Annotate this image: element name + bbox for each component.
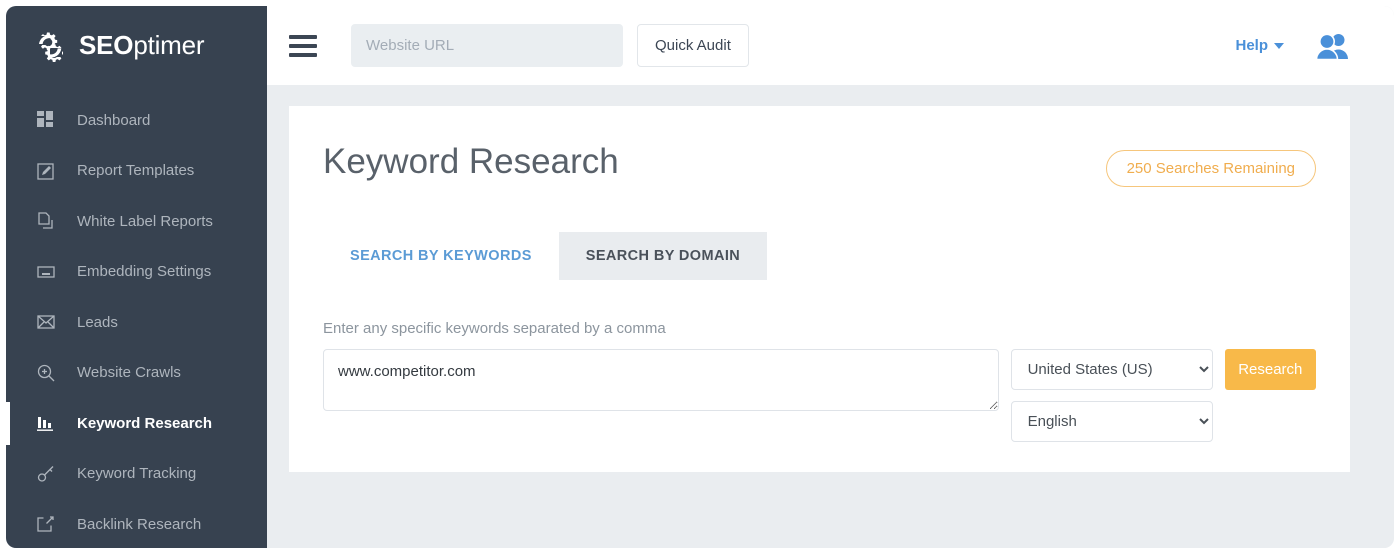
keywords-input[interactable]: www.competitor.com [323,349,999,411]
sidebar-item-dashboard[interactable]: Dashboard [6,95,267,146]
envelope-icon [36,313,55,332]
main-column: Quick Audit Help Keyword Research 250 [267,6,1394,548]
sidebar: SEOptimer Dashboard Report Templates Whi [6,6,267,548]
sidebar-item-label: Keyword Research [77,415,212,432]
users-account-icon[interactable] [1316,31,1350,61]
sidebar-item-leads[interactable]: Leads [6,297,267,348]
page-title: Keyword Research [323,142,619,182]
topbar: Quick Audit Help [267,6,1394,85]
search-form-row: www.competitor.com United States (US) En… [323,349,1316,442]
website-url-input[interactable] [351,24,623,67]
app-window: SEOptimer Dashboard Report Templates Whi [6,6,1394,548]
external-link-icon [36,515,55,534]
sidebar-nav: Dashboard Report Templates White Label R… [6,85,267,548]
hamburger-icon[interactable] [289,35,317,57]
sidebar-item-label: Backlink Research [77,516,201,533]
content-area: Keyword Research 250 Searches Remaining … [267,85,1394,548]
keywords-field-label: Enter any specific keywords separated by… [323,320,1316,337]
sidebar-item-report-templates[interactable]: Report Templates [6,146,267,197]
grid-icon [36,111,55,130]
sidebar-item-label: Website Crawls [77,364,181,381]
locale-selects: United States (US) English [1011,349,1213,442]
embed-box-icon [36,262,55,281]
help-label: Help [1235,37,1268,54]
research-button[interactable]: Research [1225,349,1316,390]
sidebar-item-backlink-research[interactable]: Backlink Research [6,499,267,548]
tab-search-by-domain[interactable]: SEARCH BY DOMAIN [559,232,767,280]
sidebar-item-label: Report Templates [77,162,194,179]
searches-remaining-badge: 250 Searches Remaining [1106,150,1316,187]
brand-logo[interactable]: SEOptimer [6,6,267,85]
documents-copy-icon [36,212,55,231]
sidebar-item-label: Embedding Settings [77,263,211,280]
tab-search-by-keywords[interactable]: SEARCH BY KEYWORDS [323,232,559,280]
quick-audit-button[interactable]: Quick Audit [637,24,749,67]
sidebar-item-keyword-research[interactable]: Keyword Research [6,398,267,449]
sidebar-item-website-crawls[interactable]: Website Crawls [6,348,267,399]
keyword-research-card: Keyword Research 250 Searches Remaining … [289,106,1350,472]
sidebar-item-embedding-settings[interactable]: Embedding Settings [6,247,267,298]
sidebar-item-keyword-tracking[interactable]: Keyword Tracking [6,449,267,500]
sidebar-item-label: Keyword Tracking [77,465,196,482]
search-mode-tabs: SEARCH BY KEYWORDS SEARCH BY DOMAIN [323,232,1316,280]
sidebar-item-label: Dashboard [77,112,150,129]
sidebar-item-white-label-reports[interactable]: White Label Reports [6,196,267,247]
key-icon [36,464,55,483]
language-select[interactable]: English [1011,401,1213,442]
brand-name: SEOptimer [79,30,204,61]
sidebar-item-label: White Label Reports [77,213,213,230]
country-select[interactable]: United States (US) [1011,349,1213,390]
help-menu[interactable]: Help [1235,37,1284,54]
card-header: Keyword Research 250 Searches Remaining [323,142,1316,187]
magnifier-plus-icon [36,363,55,382]
caret-down-icon [1274,43,1284,49]
sidebar-item-label: Leads [77,314,118,331]
pencil-square-icon [36,161,55,180]
bar-chart-icon [36,414,55,433]
gears-logo-icon [30,27,70,65]
